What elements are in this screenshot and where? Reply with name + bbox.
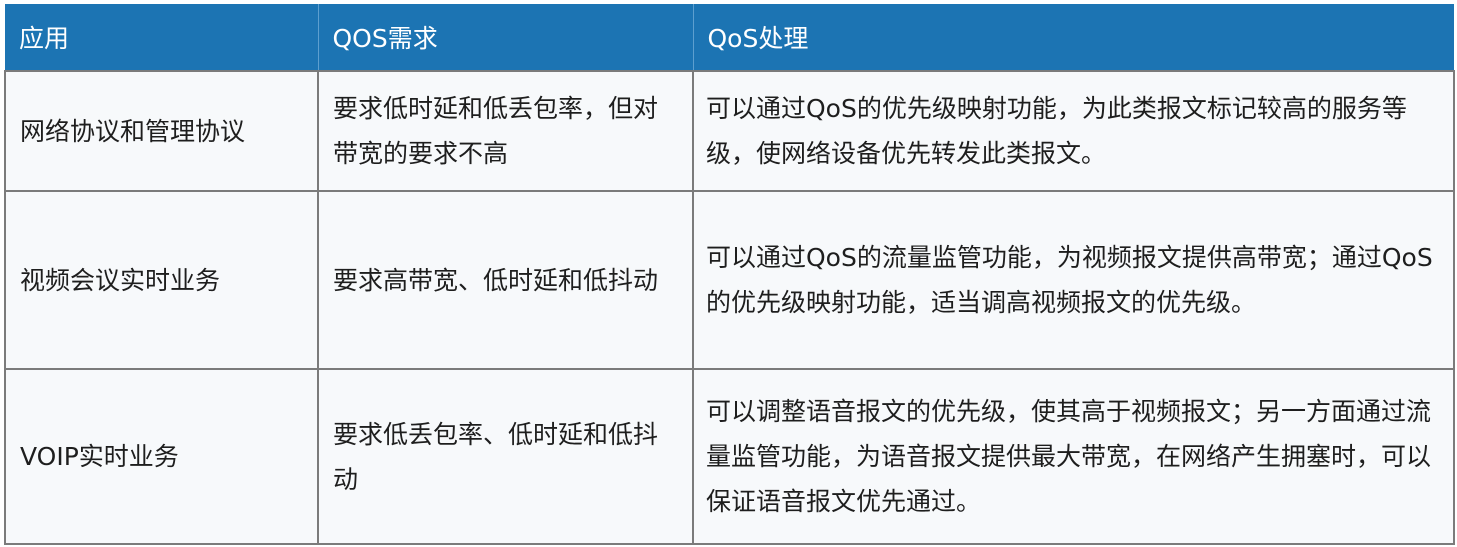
cell-requirement: 要求低时延和低丢包率，但对带宽的要求不高 bbox=[317, 70, 694, 192]
header-application: 应用 bbox=[5, 4, 318, 71]
table-row: 网络协议和管理协议 要求低时延和低丢包率，但对带宽的要求不高 可以通过QoS的优… bbox=[4, 70, 1455, 192]
header-qos-requirement: QOS需求 bbox=[317, 4, 693, 71]
cell-application: 网络协议和管理协议 bbox=[4, 70, 319, 192]
qos-table-container: 应用 QOS需求 QoS处理 网络协议和管理协议 要求低时延和低丢包率，但对带宽… bbox=[4, 4, 1455, 545]
cell-handling: 可以调整语音报文的优先级，使其高于视频报文；另一方面通过流量监管功能，为语音报文… bbox=[692, 368, 1455, 545]
cell-requirement: 要求低丢包率、低时延和低抖动 bbox=[317, 368, 694, 545]
cell-application: 视频会议实时业务 bbox=[4, 190, 319, 370]
qos-requirements-table: 应用 QOS需求 QoS处理 网络协议和管理协议 要求低时延和低丢包率，但对带宽… bbox=[4, 4, 1455, 545]
table-row: 视频会议实时业务 要求高带宽、低时延和低抖动 可以通过QoS的流量监管功能，为视… bbox=[4, 190, 1455, 370]
cell-handling: 可以通过QoS的流量监管功能，为视频报文提供高带宽；通过QoS的优先级映射功能，… bbox=[692, 190, 1455, 370]
cell-requirement: 要求高带宽、低时延和低抖动 bbox=[317, 190, 694, 370]
header-qos-handling: QoS处理 bbox=[692, 4, 1454, 71]
cell-handling: 可以通过QoS的优先级映射功能，为此类报文标记较高的服务等级，使网络设备优先转发… bbox=[692, 70, 1455, 192]
table-header-row: 应用 QOS需求 QoS处理 bbox=[5, 4, 1454, 71]
table-row: VOIP实时业务 要求低丢包率、低时延和低抖动 可以调整语音报文的优先级，使其高… bbox=[4, 368, 1455, 545]
cell-application: VOIP实时业务 bbox=[4, 368, 319, 545]
